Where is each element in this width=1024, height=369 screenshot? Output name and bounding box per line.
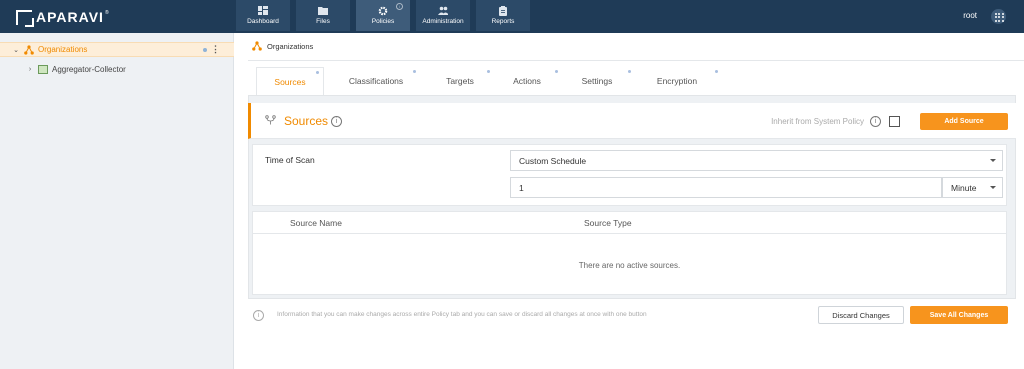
trademark: ®: [104, 10, 109, 16]
kebab-menu-icon[interactable]: ⋮: [211, 44, 220, 55]
tab-indicator-dot: [555, 70, 558, 73]
tree-item-organizations[interactable]: ⌄ Organizations ⋮: [0, 42, 234, 57]
tree-item-label: Organizations: [38, 45, 88, 54]
table-header: Source Name Source Type: [253, 212, 1006, 234]
inherit-checkbox[interactable]: [889, 116, 900, 127]
tab-label: Settings: [581, 76, 613, 86]
nav-dashboard[interactable]: Dashboard: [236, 0, 290, 31]
breadcrumb: Organizations: [252, 41, 313, 51]
gear-icon: [378, 6, 388, 15]
section-title: Sources: [284, 114, 329, 128]
main-nav: Dashboard Files Policies i Administratio…: [236, 0, 536, 31]
app-grid-icon[interactable]: [991, 9, 1006, 24]
fork-icon: [265, 115, 276, 125]
aparavi-logo[interactable]: APARAVI ®: [16, 9, 109, 27]
tab-actions[interactable]: Actions: [492, 67, 562, 95]
interval-value: 1: [519, 182, 524, 193]
time-of-scan-label: Time of Scan: [265, 155, 315, 165]
schedule-type-value: Custom Schedule: [519, 155, 587, 166]
info-icon[interactable]: i: [396, 3, 403, 10]
caret-down-icon: [990, 186, 996, 189]
empty-state-text: There are no active sources.: [578, 261, 681, 270]
tab-indicator-dot: [413, 70, 416, 73]
nav-reports[interactable]: Reports: [476, 0, 530, 31]
tab-sources[interactable]: Sources: [256, 67, 324, 95]
collector-icon: [38, 65, 48, 74]
sources-table: Source Name Source Type There are no act…: [252, 211, 1007, 295]
tab-encryption[interactable]: Encryption: [632, 67, 722, 95]
info-icon: i: [253, 310, 264, 321]
nav-label: Policies: [371, 18, 395, 25]
column-header-source-name[interactable]: Source Name: [290, 218, 342, 228]
discard-changes-button[interactable]: Discard Changes: [818, 306, 904, 324]
tab-label: Encryption: [656, 76, 698, 86]
nav-administration[interactable]: Administration: [416, 0, 470, 31]
footer-info-text: Information that you can make changes ac…: [277, 311, 647, 318]
nav-policies[interactable]: Policies i: [356, 0, 410, 31]
tab-label: Sources: [274, 76, 306, 87]
tree-item-label: Aggregator-Collector: [52, 65, 126, 74]
interval-unit-select[interactable]: Minute: [942, 177, 1003, 198]
users-icon: [438, 6, 448, 15]
interval-input[interactable]: 1: [510, 177, 942, 198]
tab-label: Classifications: [348, 76, 404, 86]
interval-unit-value: Minute: [951, 182, 977, 193]
nav-label: Dashboard: [247, 18, 279, 25]
info-icon[interactable]: i: [870, 116, 881, 127]
logo-mark-icon: [16, 9, 34, 27]
tab-settings[interactable]: Settings: [562, 67, 632, 95]
tab-indicator-dot: [628, 70, 631, 73]
policy-tabs: Sources Classifications Targets Actions …: [256, 67, 722, 95]
status-dot: [203, 47, 207, 52]
breadcrumb-label[interactable]: Organizations: [267, 42, 313, 51]
column-header-source-type[interactable]: Source Type: [584, 218, 632, 228]
inherit-label: Inherit from System Policy: [771, 117, 864, 126]
tab-indicator-dot: [715, 70, 718, 73]
tab-targets[interactable]: Targets: [428, 67, 492, 95]
schedule-card: Time of Scan Custom Schedule 1 Minute: [252, 144, 1007, 206]
caret-down-icon: [990, 159, 996, 162]
organization-icon: [252, 41, 262, 51]
tabs-divider: [248, 60, 1024, 61]
nav-files[interactable]: Files: [296, 0, 350, 31]
nav-label: Files: [316, 18, 330, 25]
add-source-button[interactable]: Add Source: [920, 113, 1008, 130]
organization-icon: [24, 44, 34, 55]
info-icon[interactable]: i: [331, 116, 342, 127]
schedule-type-select[interactable]: Custom Schedule: [510, 150, 1003, 171]
tab-classifications[interactable]: Classifications: [324, 67, 428, 95]
dashboard-icon: [258, 6, 268, 15]
nav-label: Reports: [491, 18, 515, 25]
sources-section-header: Sources i Inherit from System Policy i A…: [248, 103, 1016, 139]
tree-item-aggregator-collector[interactable]: › Aggregator-Collector: [0, 62, 234, 77]
folder-icon: [318, 6, 328, 15]
brand-name: APARAVI: [36, 9, 104, 25]
top-bar: APARAVI ® Dashboard Files Policies i Adm…: [0, 0, 1024, 33]
save-all-changes-button[interactable]: Save All Changes: [910, 306, 1008, 324]
tab-label: Targets: [446, 76, 474, 86]
tab-indicator-dot: [316, 71, 319, 74]
nav-label: Administration: [422, 18, 464, 25]
sidebar: ⌄ Organizations ⋮ › Aggregator-Collector: [0, 33, 234, 369]
chevron-right-icon[interactable]: ›: [26, 66, 34, 73]
user-name[interactable]: root: [963, 11, 977, 20]
tab-label: Actions: [513, 76, 541, 86]
chevron-down-icon[interactable]: ⌄: [12, 46, 20, 54]
tab-indicator-dot: [487, 70, 490, 73]
clipboard-icon: [498, 5, 508, 16]
